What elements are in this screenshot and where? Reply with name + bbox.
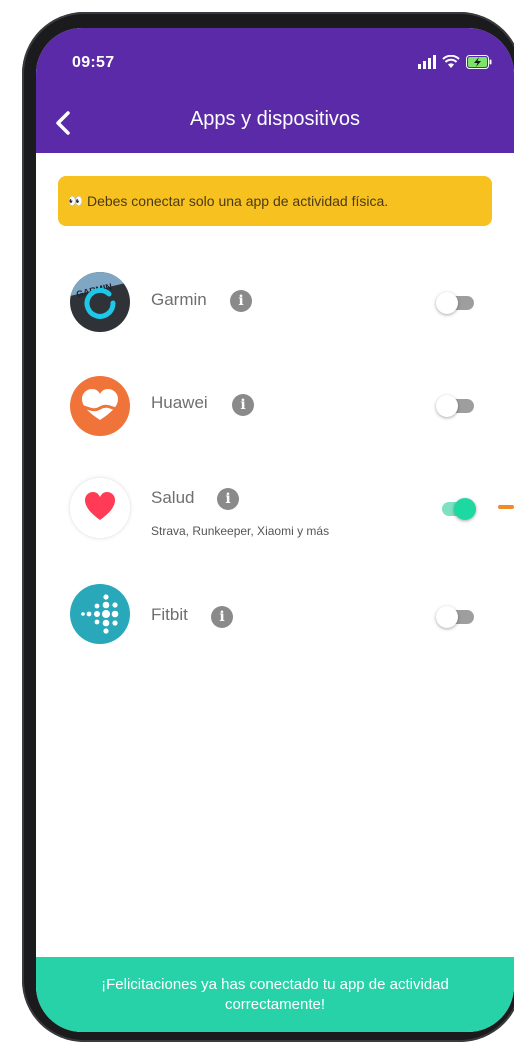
wifi-icon bbox=[442, 55, 460, 68]
huawei-toggle[interactable] bbox=[436, 395, 476, 417]
app-row-fitbit: Fitbit i bbox=[36, 574, 514, 654]
status-icons bbox=[418, 55, 492, 69]
app-row-huawei: Huawei i bbox=[36, 365, 514, 445]
success-text-line2: correctamente! bbox=[224, 995, 326, 1013]
salud-subtitle: Strava, Runkeeper, Xiaomi y más bbox=[151, 524, 330, 538]
app-screen: 09:57 Apps y dispositivos 👀 Debes conect… bbox=[36, 28, 514, 1032]
app-name-salud: Salud bbox=[151, 488, 195, 507]
signal-icon bbox=[418, 55, 436, 69]
apple-health-icon bbox=[70, 478, 130, 538]
salud-toggle[interactable] bbox=[436, 498, 476, 520]
eyes-icon: 👀 bbox=[68, 194, 83, 208]
app-name-huawei: Huawei bbox=[151, 393, 208, 412]
info-icon[interactable]: i bbox=[211, 606, 233, 628]
info-icon[interactable]: i bbox=[230, 290, 252, 312]
warning-banner: 👀 Debes conectar solo una app de activid… bbox=[58, 176, 492, 226]
huawei-health-icon bbox=[70, 376, 130, 436]
page-title: Apps y dispositivos bbox=[189, 108, 361, 130]
info-icon[interactable]: i bbox=[232, 394, 254, 416]
garmin-icon: GARMIN bbox=[70, 272, 130, 332]
garmin-toggle[interactable] bbox=[436, 292, 476, 314]
toggle-knob bbox=[436, 292, 458, 314]
fitbit-toggle[interactable] bbox=[436, 606, 476, 628]
app-header: 09:57 Apps y dispositivos bbox=[36, 28, 514, 153]
toggle-knob bbox=[454, 498, 476, 520]
app-name-garmin: Garmin bbox=[151, 290, 207, 309]
info-icon[interactable]: i bbox=[217, 488, 239, 510]
fitbit-icon bbox=[70, 584, 130, 644]
battery-charging-icon bbox=[466, 55, 492, 69]
success-text-line1: ¡Felicitaciones ya has conectado tu app … bbox=[101, 975, 449, 993]
toggle-knob bbox=[436, 395, 458, 417]
app-name-fitbit: Fitbit bbox=[151, 605, 188, 624]
warning-text: Debes conectar solo una app de actividad… bbox=[86, 193, 389, 209]
app-row-garmin: GARMIN Garmin i bbox=[36, 262, 514, 342]
status-time: 09:57 bbox=[72, 54, 115, 71]
toggle-knob bbox=[436, 606, 458, 628]
success-banner: ¡Felicitaciones ya has conectado tu app … bbox=[36, 957, 514, 1032]
annotation-arrow-icon bbox=[498, 505, 514, 509]
